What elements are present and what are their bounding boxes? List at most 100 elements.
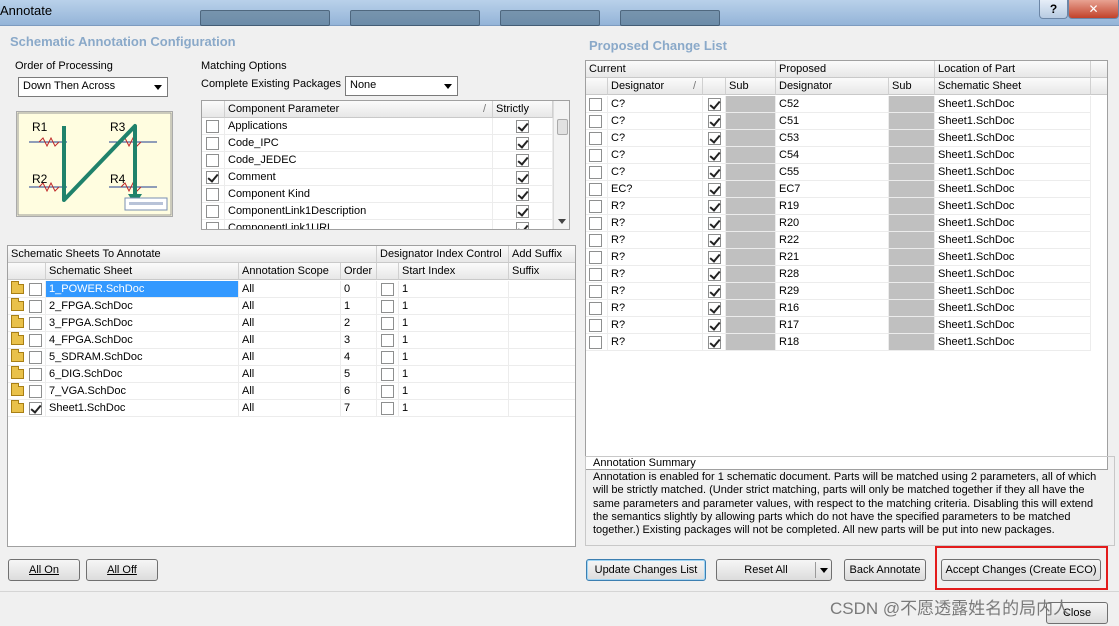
change-select-checkbox[interactable] — [589, 114, 602, 128]
sheet-name[interactable]: 1_POWER.SchDoc — [46, 281, 239, 298]
change-row[interactable]: R? R28 Sheet1.SchDoc — [586, 266, 1091, 283]
sheet-scope[interactable]: All — [239, 298, 341, 315]
current-sub-header[interactable]: Sub — [726, 78, 776, 95]
change-select-checkbox[interactable] — [589, 233, 602, 247]
start-index-column-header[interactable]: Start Index — [399, 263, 509, 280]
param-scrollbar[interactable] — [553, 101, 569, 229]
sheet-name[interactable]: 6_DIG.SchDoc — [46, 366, 239, 383]
designator-lock-checkbox[interactable] — [708, 335, 721, 349]
sheet-name[interactable]: 5_SDRAM.SchDoc — [46, 349, 239, 366]
start-index-checkbox[interactable] — [381, 401, 394, 415]
start-index-checkbox[interactable] — [381, 299, 394, 313]
sheet-name[interactable]: 2_FPGA.SchDoc — [46, 298, 239, 315]
designator-lock-checkbox[interactable] — [708, 284, 721, 298]
suffix-value[interactable] — [509, 400, 575, 417]
change-select-checkbox[interactable] — [589, 165, 602, 179]
change-row[interactable]: R? R17 Sheet1.SchDoc — [586, 317, 1091, 334]
change-row[interactable]: C? C53 Sheet1.SchDoc — [586, 130, 1091, 147]
change-row[interactable]: R? R20 Sheet1.SchDoc — [586, 215, 1091, 232]
start-index-checkbox[interactable] — [381, 316, 394, 330]
change-row[interactable]: C? C54 Sheet1.SchDoc — [586, 147, 1091, 164]
change-select-checkbox[interactable] — [589, 250, 602, 264]
sheet-scope[interactable]: All — [239, 332, 341, 349]
param-enable-checkbox[interactable] — [206, 204, 219, 218]
param-enable-checkbox[interactable] — [206, 136, 219, 150]
schematic-sheet-header[interactable]: Schematic Sheet — [935, 78, 1091, 95]
sheet-enable-checkbox[interactable] — [29, 316, 42, 330]
designator-lock-checkbox[interactable] — [708, 114, 721, 128]
proposed-sub-header[interactable]: Sub — [889, 78, 935, 95]
change-select-checkbox[interactable] — [589, 335, 602, 349]
designator-lock-checkbox[interactable] — [708, 165, 721, 179]
scroll-thumb[interactable] — [557, 119, 568, 135]
start-index-checkbox[interactable] — [381, 350, 394, 364]
sheet-name[interactable]: Sheet1.SchDoc — [46, 400, 239, 417]
start-index-value[interactable]: 1 — [399, 315, 509, 332]
sheet-row[interactable]: 6_DIG.SchDoc All 5 1 — [8, 366, 575, 383]
suffix-value[interactable] — [509, 315, 575, 332]
designator-lock-checkbox[interactable] — [708, 267, 721, 281]
start-index-value[interactable]: 1 — [399, 298, 509, 315]
param-strict-checkbox[interactable] — [516, 204, 529, 218]
sheet-scope[interactable]: All — [239, 281, 341, 298]
sheet-order[interactable]: 7 — [341, 400, 377, 417]
sheet-scope[interactable]: All — [239, 349, 341, 366]
suffix-value[interactable] — [509, 298, 575, 315]
designator-lock-checkbox[interactable] — [708, 250, 721, 264]
sheet-row[interactable]: 4_FPGA.SchDoc All 3 1 — [8, 332, 575, 349]
suffix-value[interactable] — [509, 366, 575, 383]
designator-lock-checkbox[interactable] — [708, 216, 721, 230]
param-row[interactable]: Applications — [202, 118, 553, 135]
sheet-order[interactable]: 5 — [341, 366, 377, 383]
param-strict-checkbox[interactable] — [516, 119, 529, 133]
start-index-checkbox[interactable] — [381, 367, 394, 381]
order-column-header[interactable]: Order — [341, 263, 377, 280]
sheet-order[interactable]: 3 — [341, 332, 377, 349]
designator-lock-checkbox[interactable] — [708, 318, 721, 332]
change-select-checkbox[interactable] — [589, 284, 602, 298]
param-strict-checkbox[interactable] — [516, 136, 529, 150]
param-enable-checkbox[interactable] — [206, 187, 219, 201]
sheet-name[interactable]: 7_VGA.SchDoc — [46, 383, 239, 400]
param-row[interactable]: Code_IPC — [202, 135, 553, 152]
change-row[interactable]: C? C52 Sheet1.SchDoc — [586, 96, 1091, 113]
change-row[interactable]: EC? EC7 Sheet1.SchDoc — [586, 181, 1091, 198]
param-row[interactable]: Code_JEDEC — [202, 152, 553, 169]
change-select-checkbox[interactable] — [589, 131, 602, 145]
sheet-row[interactable]: 5_SDRAM.SchDoc All 4 1 — [8, 349, 575, 366]
suffix-value[interactable] — [509, 281, 575, 298]
param-row[interactable]: ComponentLink1Description — [202, 203, 553, 220]
proposed-designator-header[interactable]: Designator — [776, 78, 889, 95]
designator-lock-checkbox[interactable] — [708, 97, 721, 111]
update-changes-list-button[interactable]: Update Changes List — [586, 559, 706, 581]
sheet-enable-checkbox[interactable] — [29, 384, 42, 398]
sheet-order[interactable]: 1 — [341, 298, 377, 315]
back-annotate-button[interactable]: Back Annotate — [844, 559, 926, 581]
sheet-row[interactable]: 3_FPGA.SchDoc All 2 1 — [8, 315, 575, 332]
param-enable-checkbox[interactable] — [206, 119, 219, 133]
suffix-column-header[interactable]: Suffix — [509, 263, 575, 280]
param-row[interactable]: Comment — [202, 169, 553, 186]
change-select-checkbox[interactable] — [589, 97, 602, 111]
change-select-checkbox[interactable] — [589, 267, 602, 281]
param-header[interactable]: Component Parameter / — [225, 101, 493, 118]
start-index-value[interactable]: 1 — [399, 281, 509, 298]
current-designator-header[interactable]: Designator / — [608, 78, 703, 95]
designator-lock-checkbox[interactable] — [708, 131, 721, 145]
start-index-value[interactable]: 1 — [399, 383, 509, 400]
change-select-checkbox[interactable] — [589, 318, 602, 332]
change-row[interactable]: R? R16 Sheet1.SchDoc — [586, 300, 1091, 317]
change-select-checkbox[interactable] — [589, 301, 602, 315]
sheet-row[interactable]: 7_VGA.SchDoc All 6 1 — [8, 383, 575, 400]
change-select-checkbox[interactable] — [589, 182, 602, 196]
sheet-scope[interactable]: All — [239, 366, 341, 383]
start-index-checkbox[interactable] — [381, 333, 394, 347]
sheet-enable-checkbox[interactable] — [29, 299, 42, 313]
start-index-value[interactable]: 1 — [399, 366, 509, 383]
change-row[interactable]: R? R21 Sheet1.SchDoc — [586, 249, 1091, 266]
change-select-checkbox[interactable] — [589, 148, 602, 162]
sheet-scope[interactable]: All — [239, 400, 341, 417]
sheet-order[interactable]: 4 — [341, 349, 377, 366]
change-row[interactable]: R? R18 Sheet1.SchDoc — [586, 334, 1091, 351]
param-strict-checkbox[interactable] — [516, 187, 529, 201]
